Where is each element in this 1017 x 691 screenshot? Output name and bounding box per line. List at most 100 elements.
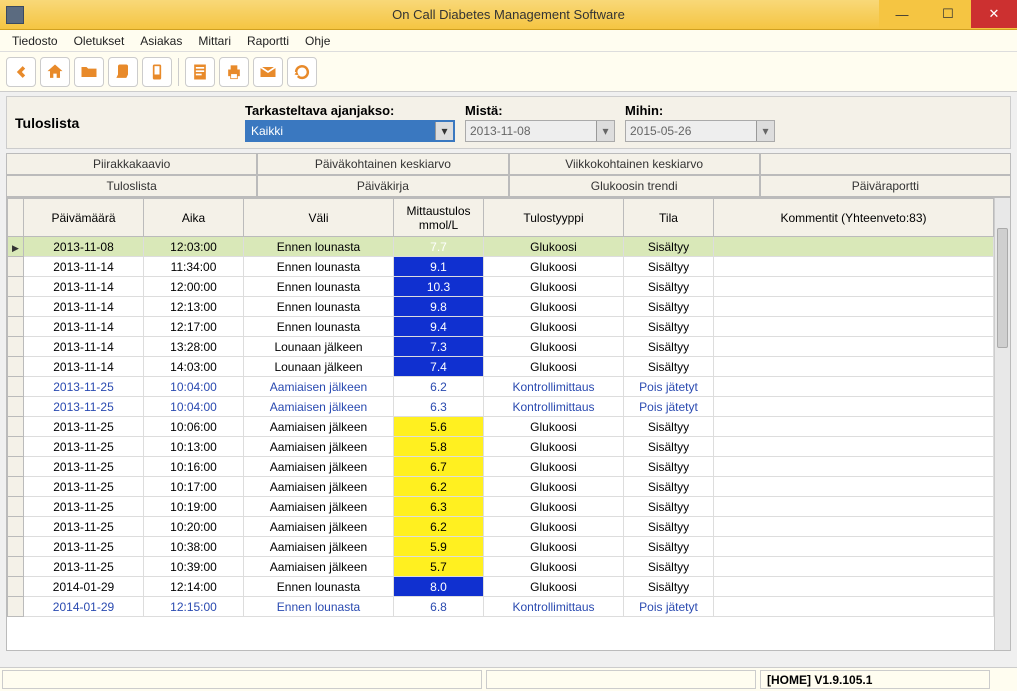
menu-ohje[interactable]: Ohje [297,32,338,50]
table-row[interactable]: 2013-11-2510:17:00Aamiaisen jälkeen6.2Gl… [8,477,994,497]
col-time[interactable]: Aika [144,199,244,237]
cell-interval[interactable]: Aamiaisen jälkeen [244,557,394,577]
cell-date[interactable]: 2013-11-25 [24,517,144,537]
cell-type[interactable]: Glukoosi [484,277,624,297]
cell-comment[interactable] [714,577,994,597]
menu-oletukset[interactable]: Oletukset [66,32,133,50]
tab-piirakkakaavio[interactable]: Piirakkakaavio [6,153,257,175]
table-row[interactable]: 2013-11-2510:38:00Aamiaisen jälkeen5.9Gl… [8,537,994,557]
cell-state[interactable]: Sisältyy [624,517,714,537]
menu-asiakas[interactable]: Asiakas [132,32,190,50]
cell-value[interactable]: 7.3 [394,337,484,357]
table-row[interactable]: 2013-11-1413:28:00Lounaan jälkeen7.3Gluk… [8,337,994,357]
cell-value[interactable]: 7.7 [394,237,484,257]
cell-state[interactable]: Sisältyy [624,477,714,497]
cell-comment[interactable] [714,537,994,557]
cell-value[interactable]: 5.7 [394,557,484,577]
cell-comment[interactable] [714,417,994,437]
tab-tuloslista[interactable]: Tuloslista [6,175,257,197]
glove-button[interactable] [108,57,138,87]
cell-comment[interactable] [714,277,994,297]
cell-type[interactable]: Glukoosi [484,457,624,477]
cell-type[interactable]: Glukoosi [484,317,624,337]
col-type[interactable]: Tulostyyppi [484,199,624,237]
cell-comment[interactable] [714,457,994,477]
from-date-input[interactable]: 2013-11-08 ▾ [465,120,615,142]
cell-value[interactable]: 9.1 [394,257,484,277]
cell-interval[interactable]: Ennen lounasta [244,237,394,257]
cell-state[interactable]: Sisältyy [624,557,714,577]
table-row[interactable]: 2013-11-2510:39:00Aamiaisen jälkeen5.7Gl… [8,557,994,577]
cell-time[interactable]: 12:00:00 [144,277,244,297]
cell-comment[interactable] [714,397,994,417]
cell-type[interactable]: Glukoosi [484,237,624,257]
home-button[interactable] [40,57,70,87]
cell-date[interactable]: 2014-01-29 [24,577,144,597]
cell-time[interactable]: 10:04:00 [144,377,244,397]
cell-date[interactable]: 2013-11-25 [24,497,144,517]
cell-value[interactable]: 6.3 [394,497,484,517]
cell-date[interactable]: 2013-11-14 [24,277,144,297]
cell-value[interactable]: 5.9 [394,537,484,557]
cell-time[interactable]: 12:13:00 [144,297,244,317]
scrollbar-thumb[interactable] [997,228,1008,348]
period-combo[interactable]: Kaikki ▾ [245,120,455,142]
cell-date[interactable]: 2013-11-14 [24,317,144,337]
print-button[interactable] [219,57,249,87]
cell-time[interactable]: 12:17:00 [144,317,244,337]
cell-value[interactable]: 5.8 [394,437,484,457]
cell-comment[interactable] [714,297,994,317]
cell-type[interactable]: Glukoosi [484,297,624,317]
cell-state[interactable]: Sisältyy [624,317,714,337]
cell-value[interactable]: 9.8 [394,297,484,317]
mail-button[interactable] [253,57,283,87]
cell-date[interactable]: 2013-11-14 [24,357,144,377]
menu-mittari[interactable]: Mittari [190,32,239,50]
cell-time[interactable]: 12:03:00 [144,237,244,257]
cell-interval[interactable]: Ennen lounasta [244,297,394,317]
maximize-button[interactable]: ☐ [925,0,971,28]
cell-comment[interactable] [714,377,994,397]
cell-comment[interactable] [714,497,994,517]
cell-value[interactable]: 6.8 [394,597,484,617]
table-row[interactable]: 2014-01-2912:15:00Ennen lounasta6.8Kontr… [8,597,994,617]
cell-type[interactable]: Glukoosi [484,537,624,557]
cell-state[interactable]: Sisältyy [624,237,714,257]
cell-date[interactable]: 2013-11-25 [24,477,144,497]
cell-interval[interactable]: Aamiaisen jälkeen [244,417,394,437]
table-row[interactable]: 2013-11-2510:13:00Aamiaisen jälkeen5.8Gl… [8,437,994,457]
col-state[interactable]: Tila [624,199,714,237]
cell-value[interactable]: 10.3 [394,277,484,297]
cell-comment[interactable] [714,357,994,377]
cell-time[interactable]: 12:15:00 [144,597,244,617]
col-comment[interactable]: Kommentit (Yhteenveto:83) [714,199,994,237]
cell-time[interactable]: 11:34:00 [144,257,244,277]
refresh-button[interactable] [287,57,317,87]
cell-type[interactable]: Glukoosi [484,577,624,597]
cell-type[interactable]: Glukoosi [484,477,624,497]
menu-tiedosto[interactable]: Tiedosto [4,32,66,50]
minimize-button[interactable]: — [879,0,925,28]
folder-button[interactable] [74,57,104,87]
table-row[interactable]: 2013-11-1412:17:00Ennen lounasta9.4Gluko… [8,317,994,337]
cell-type[interactable]: Glukoosi [484,357,624,377]
cell-state[interactable]: Sisältyy [624,437,714,457]
cell-comment[interactable] [714,557,994,577]
cell-interval[interactable]: Aamiaisen jälkeen [244,517,394,537]
cell-state[interactable]: Sisältyy [624,257,714,277]
table-row[interactable]: 2014-01-2912:14:00Ennen lounasta8.0Gluko… [8,577,994,597]
table-row[interactable]: 2013-11-2510:04:00Aamiaisen jälkeen6.3Ko… [8,397,994,417]
cell-state[interactable]: Pois jätetyt [624,397,714,417]
table-row[interactable]: 2013-11-2510:19:00Aamiaisen jälkeen6.3Gl… [8,497,994,517]
cell-date[interactable]: 2014-01-29 [24,597,144,617]
cell-type[interactable]: Glukoosi [484,437,624,457]
col-result[interactable]: Mittaustulos mmol/L [394,199,484,237]
document-button[interactable] [185,57,215,87]
cell-date[interactable]: 2013-11-14 [24,337,144,357]
tab-päiväkohtainen-keskiarvo[interactable]: Päiväkohtainen keskiarvo [257,153,508,175]
table-row[interactable]: 2013-11-1411:34:00Ennen lounasta9.1Gluko… [8,257,994,277]
cell-interval[interactable]: Aamiaisen jälkeen [244,457,394,477]
cell-date[interactable]: 2013-11-25 [24,397,144,417]
cell-comment[interactable] [714,517,994,537]
cell-comment[interactable] [714,317,994,337]
